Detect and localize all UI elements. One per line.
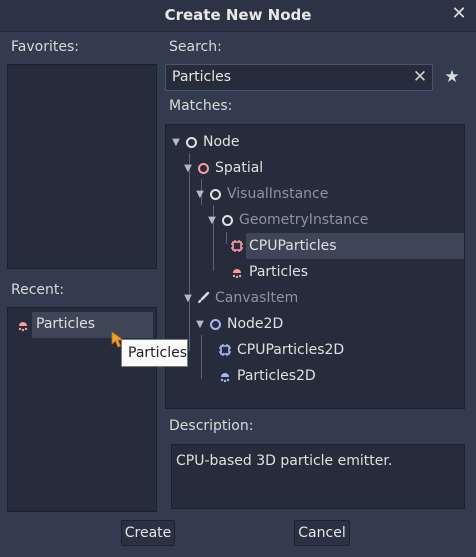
create-button[interactable]: Create	[121, 520, 175, 546]
recent-item-label: Particles	[36, 316, 96, 332]
matches-label: Matches:	[169, 98, 233, 114]
tree-item-cpuparticles2d[interactable]: CPUParticles2D	[218, 337, 344, 363]
favorites-label: Favorites:	[11, 39, 79, 55]
tree-item-cpuparticles[interactable]: CPUParticles	[230, 233, 337, 259]
tree-item-geometryinstance[interactable]: ▼ GeometryInstance	[206, 207, 368, 233]
chevron-down-icon[interactable]: ▼	[194, 319, 206, 330]
chevron-down-icon[interactable]: ▼	[170, 137, 182, 148]
particles-2d-icon	[218, 369, 232, 383]
clear-icon[interactable]: ✕	[410, 66, 430, 88]
tooltip: Particles	[121, 339, 188, 367]
visual-instance-icon	[208, 187, 222, 201]
recent-list[interactable]: Particles	[7, 307, 157, 512]
particles-3d-icon	[16, 318, 30, 332]
matches-tree[interactable]: ▼ Node ▼ Spatial ▼ VisualInstance ▼ Geom…	[165, 124, 465, 409]
dialog-title: Create New Node	[164, 6, 312, 24]
recent-item-particles[interactable]: Particles	[8, 312, 156, 338]
tree-item-visualinstance[interactable]: ▼ VisualInstance	[194, 181, 328, 207]
node-icon	[184, 135, 198, 149]
tree-item-node2d[interactable]: ▼ Node2D	[194, 311, 283, 337]
close-icon[interactable]: ✕	[448, 3, 470, 25]
star-icon[interactable]: ★	[441, 66, 463, 88]
spatial-icon	[196, 161, 210, 175]
favorites-list[interactable]	[7, 64, 157, 269]
chevron-down-icon[interactable]: ▼	[206, 215, 218, 226]
chevron-down-icon[interactable]: ▼	[194, 189, 206, 200]
description-label: Description:	[169, 418, 254, 434]
canvas-item-icon	[196, 291, 210, 305]
cpu-particles-icon	[230, 239, 244, 253]
chevron-down-icon[interactable]: ▼	[182, 293, 194, 304]
tree-item-particles[interactable]: Particles	[230, 259, 308, 285]
search-label: Search:	[169, 39, 222, 55]
tree-item-canvasitem[interactable]: ▼ CanvasItem	[182, 285, 298, 311]
tree-item-spatial[interactable]: ▼ Spatial	[182, 155, 263, 181]
cancel-button[interactable]: Cancel	[294, 520, 350, 546]
node2d-icon	[208, 317, 222, 331]
cpu-particles-2d-icon	[218, 343, 232, 357]
search-input[interactable]: Particles	[165, 64, 433, 91]
description-text: CPU-based 3D particle emitter.	[171, 444, 465, 509]
recent-label: Recent:	[11, 282, 65, 298]
chevron-down-icon[interactable]: ▼	[182, 163, 194, 174]
particles-3d-icon	[230, 265, 244, 279]
tree-item-node[interactable]: ▼ Node	[170, 129, 239, 155]
tree-item-particles2d[interactable]: Particles2D	[218, 363, 316, 389]
geometry-instance-icon	[220, 213, 234, 227]
